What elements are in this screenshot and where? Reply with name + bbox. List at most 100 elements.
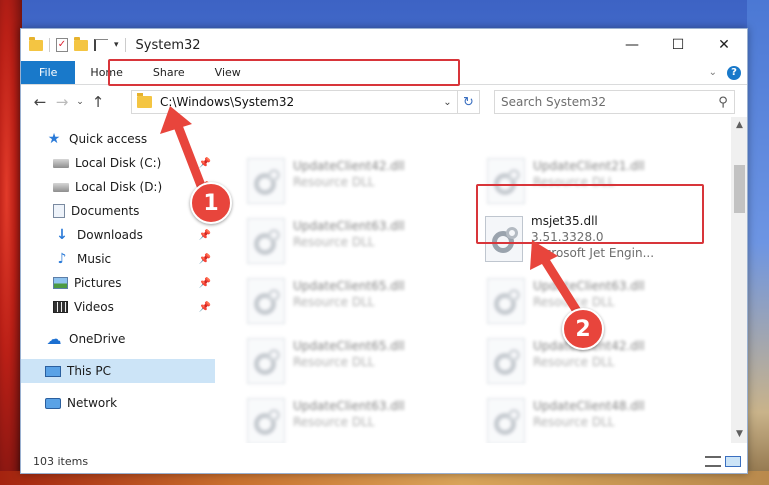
search-icon[interactable]: ⚲ bbox=[712, 95, 734, 110]
file-description: Resource DLL bbox=[293, 175, 375, 189]
refresh-icon[interactable]: ↻ bbox=[457, 91, 479, 113]
tab-view[interactable]: View bbox=[200, 61, 256, 84]
file-tile-msjet35[interactable]: msjet35.dll 3.51.3328.0 Microsoft Jet En… bbox=[479, 211, 709, 271]
toolbar-divider bbox=[124, 38, 126, 52]
window-title: System32 bbox=[135, 37, 201, 53]
file-list: UpdateClient42.dll Resource DLL UpdateCli… bbox=[235, 117, 731, 443]
file-tile[interactable]: UpdateClient21.dll Resource DLL bbox=[481, 153, 711, 209]
drive-icon bbox=[53, 158, 69, 168]
sidebar-item-pictures[interactable]: Pictures 📌 bbox=[21, 271, 215, 295]
sidebar-item-label: Music bbox=[77, 252, 112, 266]
file-description: Resource DLL bbox=[533, 175, 615, 189]
network-icon bbox=[45, 397, 61, 409]
sidebar-item-label: Network bbox=[67, 396, 118, 410]
step-1-badge: 1 bbox=[190, 182, 232, 224]
minimize-button[interactable]: — bbox=[609, 29, 655, 61]
sidebar-item-quick-access[interactable]: ★ Quick access bbox=[21, 127, 215, 151]
pin-icon[interactable]: 📌 bbox=[199, 302, 211, 313]
pin-icon[interactable]: 📌 bbox=[199, 230, 211, 241]
dll-file-icon bbox=[247, 278, 285, 324]
dll-file-icon bbox=[247, 218, 285, 264]
tab-file[interactable]: File bbox=[21, 61, 76, 84]
ribbon-collapse-chevron-icon[interactable]: ⌄ bbox=[709, 67, 717, 78]
status-bar: 103 items bbox=[21, 449, 747, 473]
title-bar: ✓ ▾ System32 — ☐ ✕ bbox=[21, 29, 747, 61]
sidebar-item-label: Local Disk (C:) bbox=[75, 156, 162, 170]
help-icon[interactable]: ? bbox=[727, 65, 741, 80]
toolbar-divider bbox=[49, 38, 50, 52]
sidebar-item-label: Local Disk (D:) bbox=[75, 180, 163, 194]
file-tile[interactable]: UpdateClient65.dll Resource DLL bbox=[241, 273, 471, 329]
properties-check-icon[interactable]: ✓ bbox=[56, 38, 68, 52]
pin-icon[interactable]: 📌 bbox=[199, 158, 211, 169]
sidebar-item-downloads[interactable]: ↓ Downloads 📌 bbox=[21, 223, 215, 247]
pictures-icon bbox=[53, 277, 68, 289]
sidebar-item-onedrive[interactable]: ☁ OneDrive bbox=[21, 327, 215, 351]
computer-icon bbox=[45, 365, 61, 377]
cloud-icon: ☁ bbox=[46, 330, 62, 348]
address-dropdown-chevron-icon[interactable]: ⌄ bbox=[437, 97, 457, 108]
file-tile[interactable]: UpdateClient42.dll Resource DLL bbox=[241, 153, 471, 209]
search-input[interactable] bbox=[495, 92, 712, 112]
dll-file-icon bbox=[247, 398, 285, 443]
file-name: UpdateClient21.dll bbox=[533, 159, 645, 173]
item-count: 103 items bbox=[33, 454, 89, 468]
pin-icon[interactable]: 📌 bbox=[199, 278, 211, 289]
sidebar-item-this-pc[interactable]: This PC bbox=[21, 359, 215, 383]
sidebar-item-videos[interactable]: Videos 📌 bbox=[21, 295, 215, 319]
pin-icon[interactable]: 📌 bbox=[199, 254, 211, 265]
sidebar-item-label: Documents bbox=[71, 204, 140, 218]
dll-file-icon bbox=[247, 158, 285, 204]
file-description: Resource DLL bbox=[293, 295, 375, 309]
dll-file-icon bbox=[485, 216, 523, 262]
quick-access-toolbar: ✓ ▾ bbox=[21, 36, 126, 52]
scrollbar-thumb[interactable] bbox=[734, 165, 745, 213]
tiles-view-icon[interactable] bbox=[725, 455, 741, 467]
file-name: UpdateClient63.dll bbox=[293, 219, 405, 233]
sidebar-item-label: Quick access bbox=[69, 132, 148, 146]
sidebar-item-network[interactable]: Network bbox=[21, 391, 215, 415]
sidebar-item-label: Videos bbox=[74, 300, 114, 314]
dll-file-icon bbox=[487, 398, 525, 443]
details-view-icon[interactable] bbox=[705, 455, 721, 467]
sidebar-item-local-disk-c[interactable]: Local Disk (C:) 📌 bbox=[21, 151, 215, 175]
sidebar-item-documents[interactable]: Documents 📌 bbox=[21, 199, 215, 223]
file-name: UpdateClient65.dll bbox=[293, 339, 405, 353]
sidebar-item-local-disk-d[interactable]: Local Disk (D:) 📌 bbox=[21, 175, 215, 199]
file-name: UpdateClient42.dll bbox=[293, 159, 405, 173]
tab-home[interactable]: Home bbox=[75, 61, 137, 84]
maximize-button[interactable]: ☐ bbox=[655, 29, 701, 61]
search-box[interactable]: ⚲ bbox=[494, 90, 735, 114]
folder-icon bbox=[29, 36, 43, 51]
dll-file-icon bbox=[487, 338, 525, 384]
forward-arrow-icon[interactable]: → bbox=[51, 93, 73, 111]
address-bar[interactable]: C:\Windows\System32 ⌄ ↻ bbox=[131, 90, 480, 114]
file-description: Microsoft Jet Engin... bbox=[531, 246, 655, 260]
scroll-up-arrow-icon[interactable]: ▲ bbox=[731, 117, 747, 134]
sidebar-item-music[interactable]: ♪ Music 📌 bbox=[21, 247, 215, 271]
close-button[interactable]: ✕ bbox=[701, 29, 747, 61]
new-folder-icon[interactable] bbox=[74, 36, 88, 51]
file-tile[interactable]: UpdateClient63.dll Resource DLL bbox=[241, 393, 471, 443]
file-description: Resource DLL bbox=[533, 295, 615, 309]
file-name: UpdateClient63.dll bbox=[533, 279, 645, 293]
dll-file-icon bbox=[487, 278, 525, 324]
tab-share[interactable]: Share bbox=[138, 61, 200, 84]
file-name: UpdateClient48.dll bbox=[533, 399, 645, 413]
file-tile[interactable]: UpdateClient63.dll Resource DLL bbox=[241, 213, 471, 269]
file-tile[interactable]: UpdateClient48.dll Resource DLL bbox=[481, 393, 711, 443]
navigation-pane: ★ Quick access Local Disk (C:) 📌 Local D… bbox=[21, 125, 215, 443]
recent-locations-chevron-icon[interactable]: ⌄ bbox=[73, 97, 87, 107]
vertical-scrollbar[interactable]: ▲ ▼ bbox=[731, 117, 747, 443]
file-tile[interactable]: UpdateClient65.dll Resource DLL bbox=[241, 333, 471, 389]
up-arrow-icon[interactable]: ↑ bbox=[87, 93, 109, 111]
properties-icon[interactable] bbox=[94, 39, 108, 51]
back-arrow-icon[interactable]: ← bbox=[29, 93, 51, 111]
document-icon bbox=[53, 204, 65, 218]
customize-toolbar-chevron-icon[interactable]: ▾ bbox=[114, 40, 119, 50]
videos-icon bbox=[53, 301, 68, 313]
scroll-down-arrow-icon[interactable]: ▼ bbox=[731, 426, 747, 443]
file-description: Resource DLL bbox=[293, 415, 375, 429]
star-icon: ★ bbox=[47, 131, 61, 147]
address-path[interactable]: C:\Windows\System32 bbox=[160, 95, 294, 109]
